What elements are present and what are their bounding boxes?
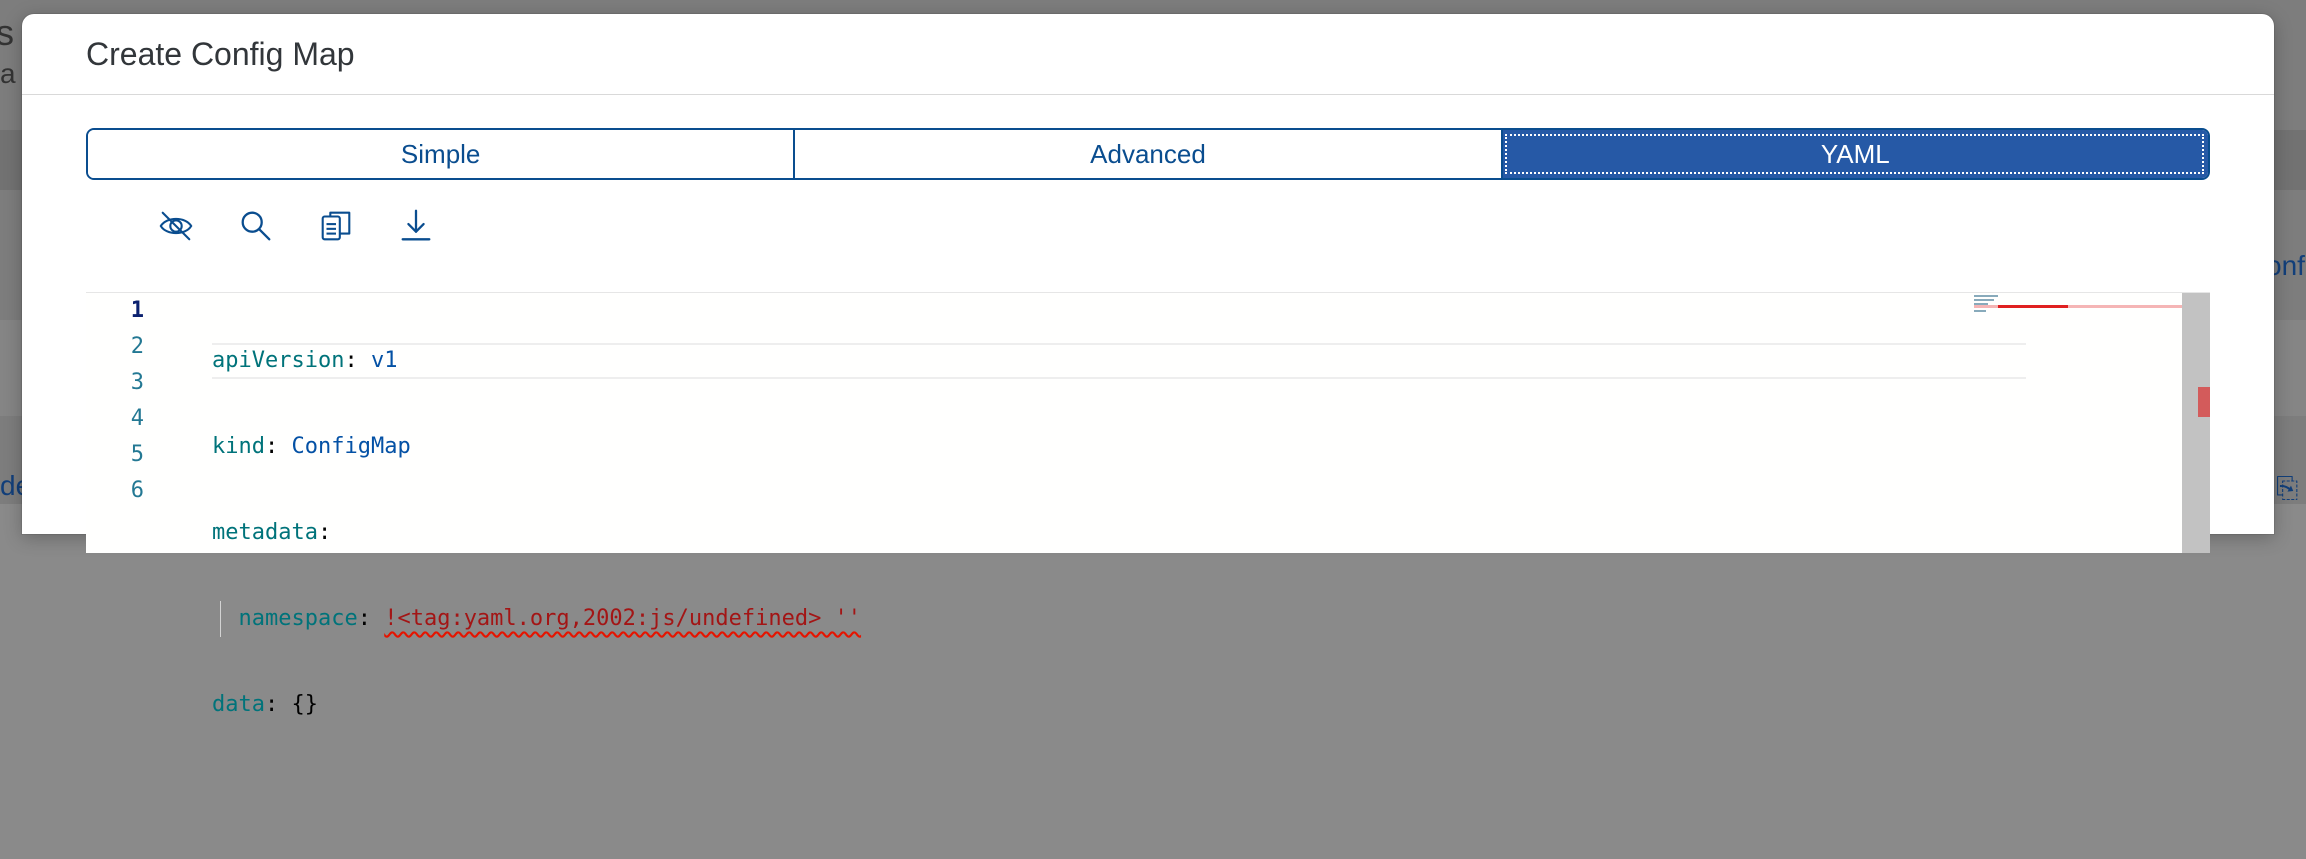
search-icon[interactable] [230,198,282,254]
yaml-separator: : [264,434,292,459]
yaml-key: metadata [212,520,318,545]
yaml-separator: : [357,606,385,631]
code-line[interactable]: apiVersion: v1 [212,343,2026,379]
editor-toolbar [150,198,442,254]
yaml-value-error: !<tag:yaml.org,2002:js/undefined> '' [384,606,862,631]
hide-icon[interactable] [150,198,202,254]
copy-icon[interactable] [310,198,362,254]
line-number: 4 [130,406,144,431]
yaml-separator: : [344,348,371,373]
editor-minimap[interactable] [1968,293,2184,553]
line-number: 5 [130,442,144,467]
yaml-key: namespace [238,606,358,631]
yaml-value: ConfigMap [291,434,411,459]
code-line[interactable]: data: {} [212,687,2026,723]
tab-simple[interactable]: Simple [88,130,794,178]
line-number: 2 [130,334,144,359]
mode-segmented-button: Simple Advanced YAML [86,128,2210,180]
yaml-value: v1 [370,348,398,373]
code-line[interactable]: namespace: !<tag:yaml.org,2002:js/undefi… [212,601,2026,637]
minimap-line [1974,295,1998,297]
indent-guide [220,601,221,637]
yaml-key: apiVersion [212,348,345,373]
yaml-key: data [212,692,265,717]
minimap-error-line [1998,305,2068,308]
minimap-line [1974,299,1994,301]
dialog-title: Create Config Map [86,36,355,72]
yaml-value: {} [291,692,318,717]
minimap-line [1974,310,1986,312]
line-number: 1 [130,298,144,323]
line-number: 3 [130,370,144,395]
line-number-gutter: 1 2 3 4 5 6 [86,293,174,553]
vertical-scrollbar[interactable] [2182,293,2210,553]
yaml-key: kind [212,434,265,459]
scrollbar-error-marker [2198,387,2210,417]
tab-yaml[interactable]: YAML [1500,130,2208,178]
scrollbar-thumb[interactable] [2182,293,2210,553]
background-title-fragment: s [0,12,14,53]
background-icon-fragment: ⎘ [2276,472,2299,503]
code-line[interactable] [212,773,2026,809]
background-text-fragment: a [0,58,16,89]
code-area[interactable]: apiVersion: v1 kind: ConfigMap metadata:… [212,293,2026,859]
yaml-code-editor[interactable]: 1 2 3 4 5 6 apiVersion: v1 kind: ConfigM… [86,292,2210,717]
create-config-map-dialog: Create Config Map Simple Advanced YAML 1… [22,14,2274,717]
yaml-separator: : [317,520,332,545]
code-line[interactable]: kind: ConfigMap [212,429,2026,465]
download-icon[interactable] [390,198,442,254]
tab-advanced[interactable]: Advanced [793,130,1501,178]
dialog-header: Create Config Map [22,14,2274,95]
code-line[interactable]: metadata: [212,515,2026,551]
yaml-separator: : [264,692,292,717]
